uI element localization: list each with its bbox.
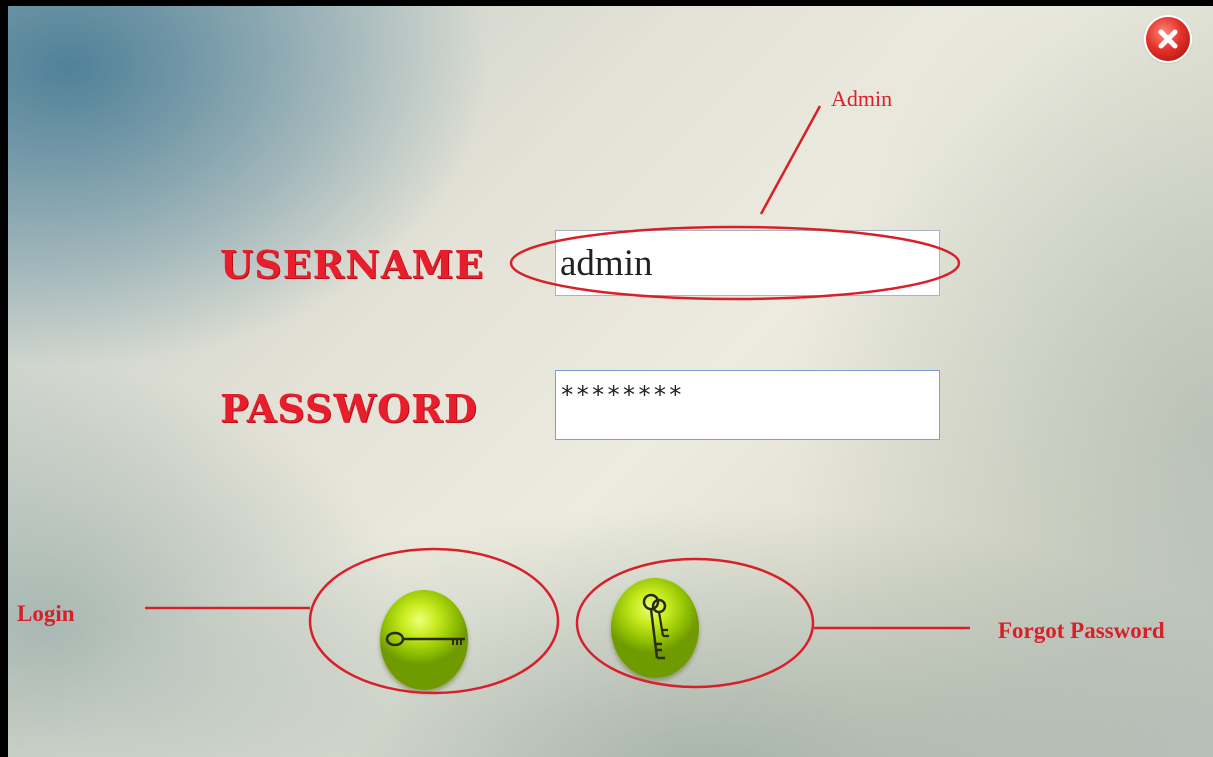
annotation-overlay bbox=[145, 105, 970, 695]
login-highlight-ellipse bbox=[308, 547, 560, 695]
admin-pointer-line bbox=[759, 105, 822, 215]
forgot-password-annotation: Forgot Password bbox=[998, 618, 1165, 643]
login-window: USERNAME PASSWORD admin ******** Admin L… bbox=[8, 6, 1213, 757]
forgot-highlight-ellipse bbox=[575, 557, 815, 689]
admin-annotation: Admin bbox=[831, 86, 893, 111]
login-annotation: Login bbox=[17, 601, 75, 626]
username-highlight-ellipse bbox=[509, 225, 961, 301]
